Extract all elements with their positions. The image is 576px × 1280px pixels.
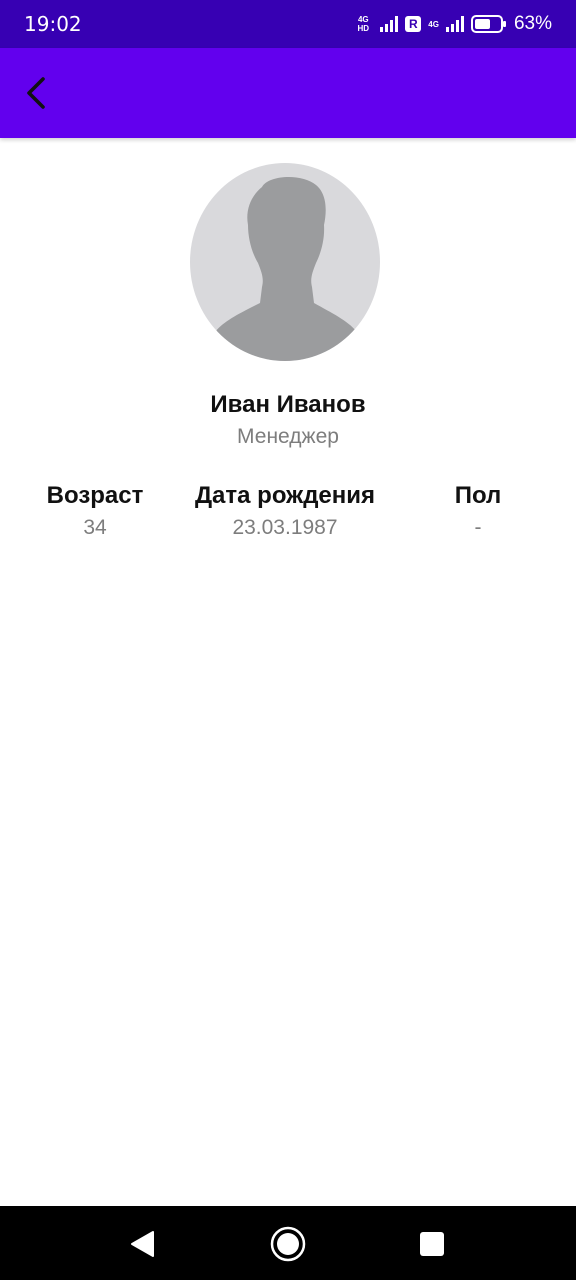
person-placeholder-icon [200,176,370,361]
signal-icon [380,16,399,32]
info-value-gender: - [474,516,482,539]
info-value-birth-date: 23.03.1987 [232,516,338,539]
network-type-label: 4G HD [357,15,370,33]
network-type-label-2: 4G [428,19,439,29]
info-birth-date: Дата рождения 23.03.1987 [175,482,395,540]
status-icons: 4G HD R 4G 63% [353,13,552,35]
info-value-age: 34 [83,516,107,539]
status-bar: 19:02 4G HD R 4G 63% [0,0,576,48]
info-label-gender: Пол [454,482,502,509]
status-time: 19:02 [24,12,82,36]
nav-home-button[interactable] [268,1224,308,1264]
info-label-age: Возраст [46,482,144,509]
signal-icon-2 [445,16,464,32]
battery-icon [470,15,506,33]
roaming-badge: R [405,16,422,32]
nav-back-button[interactable] [122,1224,162,1264]
triangle-back-icon [131,1231,154,1257]
avatar [190,163,380,361]
user-role: Менеджер [237,425,339,448]
circle-home-icon [270,1226,306,1262]
info-age: Возраст 34 [35,482,155,540]
app-bar [0,48,576,138]
back-button[interactable] [14,70,58,116]
system-nav-bar [0,1206,576,1280]
square-recents-icon [420,1232,444,1256]
user-name: Иван Иванов [210,391,366,418]
battery-percent: 63% [513,13,552,34]
info-label-birth-date: Дата рождения [194,482,376,509]
chevron-left-icon [27,77,45,109]
info-gender: Пол - [418,482,538,540]
nav-recents-button[interactable] [412,1224,452,1264]
